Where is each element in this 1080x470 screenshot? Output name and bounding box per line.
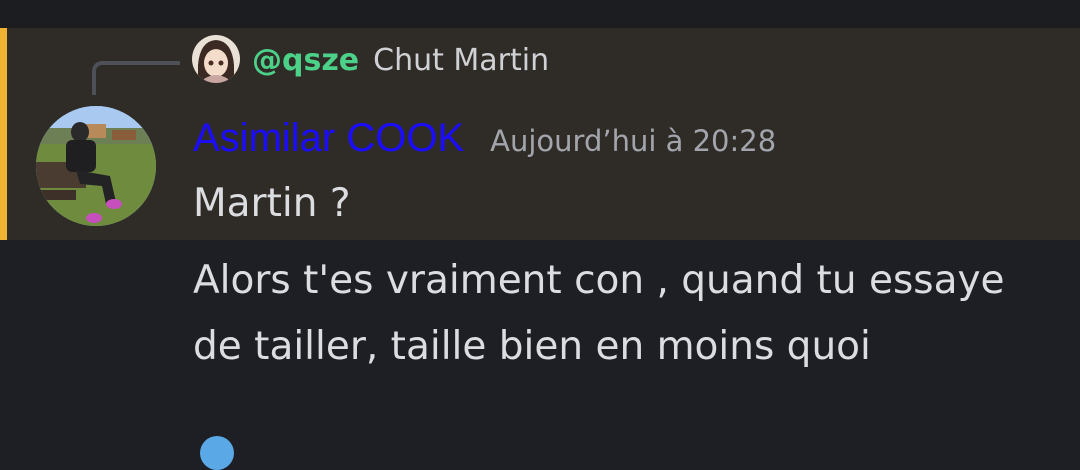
user-photo-avatar — [36, 106, 156, 226]
reply-avatar[interactable] — [192, 35, 240, 83]
message-timestamp[interactable]: Aujourd’hui à 20:28 — [490, 124, 776, 158]
anime-avatar-icon — [192, 35, 240, 83]
mention-highlight-bar — [0, 28, 7, 240]
message-header: Asimilar COOK Aujourd’hui à 20:28 — [193, 116, 776, 168]
author-name[interactable]: Asimilar COOK — [193, 116, 464, 161]
reply-preview[interactable]: @qsze Chut Martin — [252, 40, 549, 80]
reply-text[interactable]: Chut Martin — [373, 43, 549, 78]
message-line: de tailler, taille bien en moins quoi — [193, 324, 871, 369]
top-strip — [0, 0, 1080, 28]
next-message-avatar[interactable] — [200, 436, 234, 470]
reply-spine — [92, 61, 180, 95]
message-line: Martin ? — [193, 181, 351, 226]
author-avatar[interactable] — [36, 106, 156, 226]
message-line: Alors t'es vraiment con , quand tu essay… — [193, 258, 1005, 303]
reply-mention[interactable]: @qsze — [252, 43, 359, 78]
